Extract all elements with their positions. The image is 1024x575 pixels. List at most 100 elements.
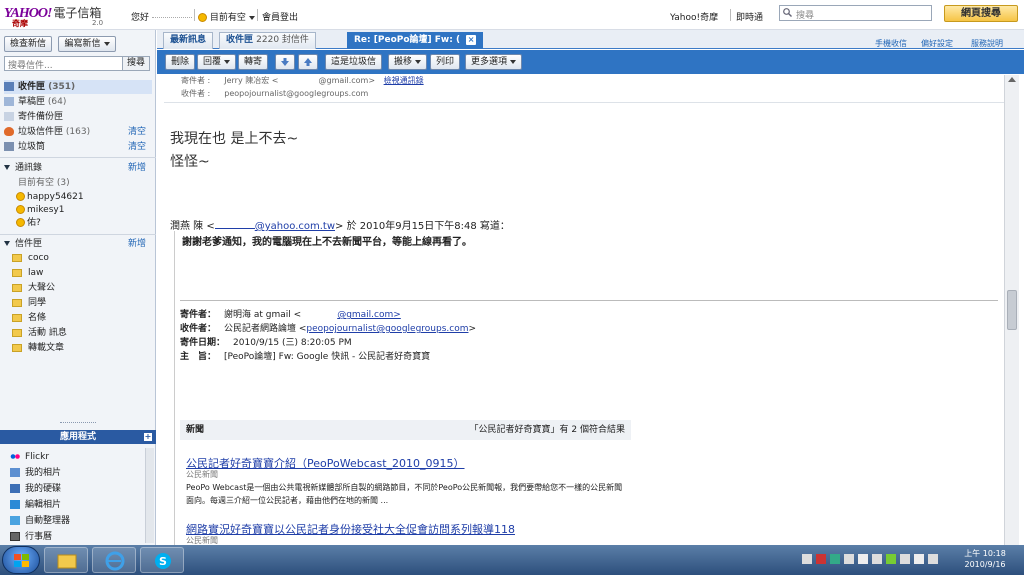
move-button[interactable]: 搬移	[388, 54, 428, 70]
quote-suffix: > 於 2010年9月15日下午8:48 寫道：	[335, 221, 510, 232]
add-folder-link[interactable]: 新增	[128, 237, 146, 251]
forward-button[interactable]: 轉寄	[238, 54, 269, 70]
tab-inbox[interactable]: 收件匣 2220 封信件	[219, 32, 316, 49]
tab-sub: 2220 封信件	[256, 35, 309, 45]
mobile-mail-link[interactable]: 手機收信	[875, 38, 907, 49]
fwd-from-label: 寄件者：	[180, 310, 217, 320]
app-organizer[interactable]: 自動整理器	[10, 514, 70, 528]
header-divider	[164, 102, 1004, 103]
check-mail-button[interactable]: 檢查新信	[4, 36, 52, 52]
clock[interactable]: 上午 10:18 2010/9/16	[950, 548, 1020, 572]
folder-drafts[interactable]: 草稿匣 (64)	[4, 95, 152, 109]
messenger-link[interactable]: 即時通	[736, 10, 763, 23]
fwd-to-email[interactable]: peopojournalist@googlegroups.com	[306, 324, 468, 334]
tab-whats-new[interactable]: 最新訊息	[163, 32, 214, 49]
print-button[interactable]: 列印	[430, 54, 461, 70]
start-button[interactable]	[2, 546, 40, 574]
folder-icon	[57, 554, 77, 569]
app-calendar[interactable]: 行事曆	[10, 530, 52, 544]
skype-taskbar-button[interactable]: S	[140, 547, 184, 573]
chevron-down-icon	[224, 59, 231, 64]
quote-attribution: 潤燕 陳 < @yahoo.com.tw> 於 2010年9月15日下午8:48 …	[170, 217, 510, 232]
user-folder[interactable]: 轉載文章	[12, 341, 160, 355]
spam-button[interactable]: 這是垃圾信	[325, 54, 383, 70]
fwd-from-email[interactable]: @gmail.com>	[337, 310, 401, 320]
app-flickr[interactable]: Flickr	[10, 450, 49, 464]
news-1-title[interactable]: 公民記者好奇寶寶介紹（PeoPoWebcast_2010_0915）	[186, 455, 465, 471]
view-contacts-link[interactable]: 檢視通訊錄	[384, 76, 424, 85]
fwd-to-row: 收件者： 公民記者網路論壇 <peopojournalist@googlegrou…	[180, 321, 476, 334]
to-value: peopojournalist@googlegroups.com	[224, 89, 369, 98]
scroll-thumb[interactable]	[1007, 290, 1017, 330]
app-drive[interactable]: 我的硬碟	[10, 482, 61, 496]
compose-button[interactable]: 編寫新信	[58, 36, 116, 52]
message-toolbar: 刪除 回覆 轉寄 這是垃圾信 搬移 列印 更多選項	[157, 50, 1024, 74]
help-link[interactable]: 服務說明	[971, 38, 1003, 49]
contact-item[interactable]: 佑?	[16, 216, 164, 230]
folder-name: 轉載文章	[28, 343, 65, 353]
apps-header[interactable]: 應用程式 +	[0, 430, 156, 444]
apps-scrollbar[interactable]	[145, 448, 154, 543]
add-contact-link[interactable]: 新增	[128, 161, 146, 175]
plus-icon[interactable]: +	[144, 433, 152, 441]
quote-email-link[interactable]: @yahoo.com.tw	[255, 221, 335, 232]
folder-name: 名條	[28, 313, 47, 323]
folder-trash[interactable]: 垃圾筒 清空	[4, 140, 152, 154]
app-photo-editor[interactable]: 編輯相片	[10, 498, 61, 512]
system-tray[interactable]	[798, 549, 948, 569]
folder-inbox[interactable]: 收件匣 (351)	[4, 80, 152, 94]
logo-cn: 電子信箱	[53, 6, 102, 20]
user-folder[interactable]: 活動 訊息	[12, 326, 160, 340]
signout-link[interactable]: 會員登出	[262, 10, 298, 23]
app-photos[interactable]: 我的相片	[10, 466, 61, 480]
user-folder[interactable]: 名條	[12, 311, 160, 325]
message-scrollbar[interactable]	[1004, 75, 1019, 545]
fwd-to-label: 收件者：	[180, 324, 217, 334]
fwd-date-label: 寄件日期：	[180, 338, 226, 348]
status-menu[interactable]: 目前有空	[198, 10, 255, 23]
mail-search-input[interactable]: 搜尋信件... 搜尋	[4, 56, 150, 71]
explorer-taskbar-button[interactable]	[44, 547, 88, 573]
contact-item[interactable]: happy54621	[16, 190, 164, 204]
folder-icon	[12, 328, 22, 337]
my-folders-header[interactable]: 信件匣 新增	[4, 237, 152, 251]
prev-message-button[interactable]	[275, 54, 295, 70]
contact-item[interactable]: mikesy1	[16, 203, 164, 217]
user-folder[interactable]: law	[12, 266, 160, 280]
photo-edit-icon	[10, 500, 20, 509]
preferences-link[interactable]: 偏好設定	[921, 38, 953, 49]
news-header: 新聞 「公民記者好奇寶寶」有 2 個符合結果	[180, 420, 631, 440]
web-search-input[interactable]: 搜尋	[779, 5, 932, 21]
folder-sent[interactable]: 寄件備份匣	[4, 110, 152, 124]
web-search-button[interactable]: 網頁搜尋	[944, 5, 1018, 22]
user-folder[interactable]: 大聲公	[12, 281, 160, 295]
user-folder[interactable]: 同學	[12, 296, 160, 310]
close-icon[interactable]: ×	[466, 35, 477, 45]
yahoo-kimo-link[interactable]: Yahoo!奇摩	[670, 10, 718, 23]
ie-taskbar-button[interactable]	[92, 547, 136, 573]
next-message-button[interactable]	[298, 54, 318, 70]
mail-search-button[interactable]: 搜尋	[122, 57, 149, 70]
delete-button[interactable]: 刪除	[165, 54, 196, 70]
reply-button[interactable]: 回覆	[197, 54, 237, 70]
to-row: 收件者 : peopojournalist@googlegroups.com	[181, 88, 368, 99]
from-row: 寄件者 : Jerry 陳冶宏 < @gmail.com> 檢視通訊錄	[181, 75, 424, 86]
news-1-source: 公民新聞	[186, 470, 218, 479]
move-label: 搬移	[394, 57, 413, 67]
user-folder[interactable]: coco	[12, 251, 160, 265]
top-bar: YAHOO! 電子信箱 奇摩 2.0 您好 目前有空 會員登出 Yahoo!奇摩 …	[0, 0, 1024, 30]
folder-name: law	[28, 268, 44, 278]
folder-spam[interactable]: 垃圾信件匣 (163) 清空	[4, 125, 152, 139]
more-options-button[interactable]: 更多選項	[465, 54, 523, 70]
empty-trash-link[interactable]: 清空	[128, 140, 146, 154]
fwd-subject-label: 主 旨：	[180, 352, 217, 362]
scroll-up-icon[interactable]	[1008, 77, 1016, 82]
contact-name: 佑?	[27, 218, 41, 228]
empty-spam-link[interactable]: 清空	[128, 125, 146, 139]
news-2-title[interactable]: 網路實況好奇寶寶以公民記者身份接受社大全促會訪問系列報導118	[186, 521, 515, 537]
contacts-header[interactable]: 通訊錄 新增	[4, 161, 152, 175]
internet-explorer-icon	[105, 551, 125, 571]
yahoo-mail-logo[interactable]: YAHOO! 電子信箱 奇摩 2.0	[4, 4, 114, 28]
tab-message[interactable]: Re: [PeoPo論壇] Fw: (×	[347, 32, 484, 49]
resize-handle[interactable]	[60, 422, 96, 426]
